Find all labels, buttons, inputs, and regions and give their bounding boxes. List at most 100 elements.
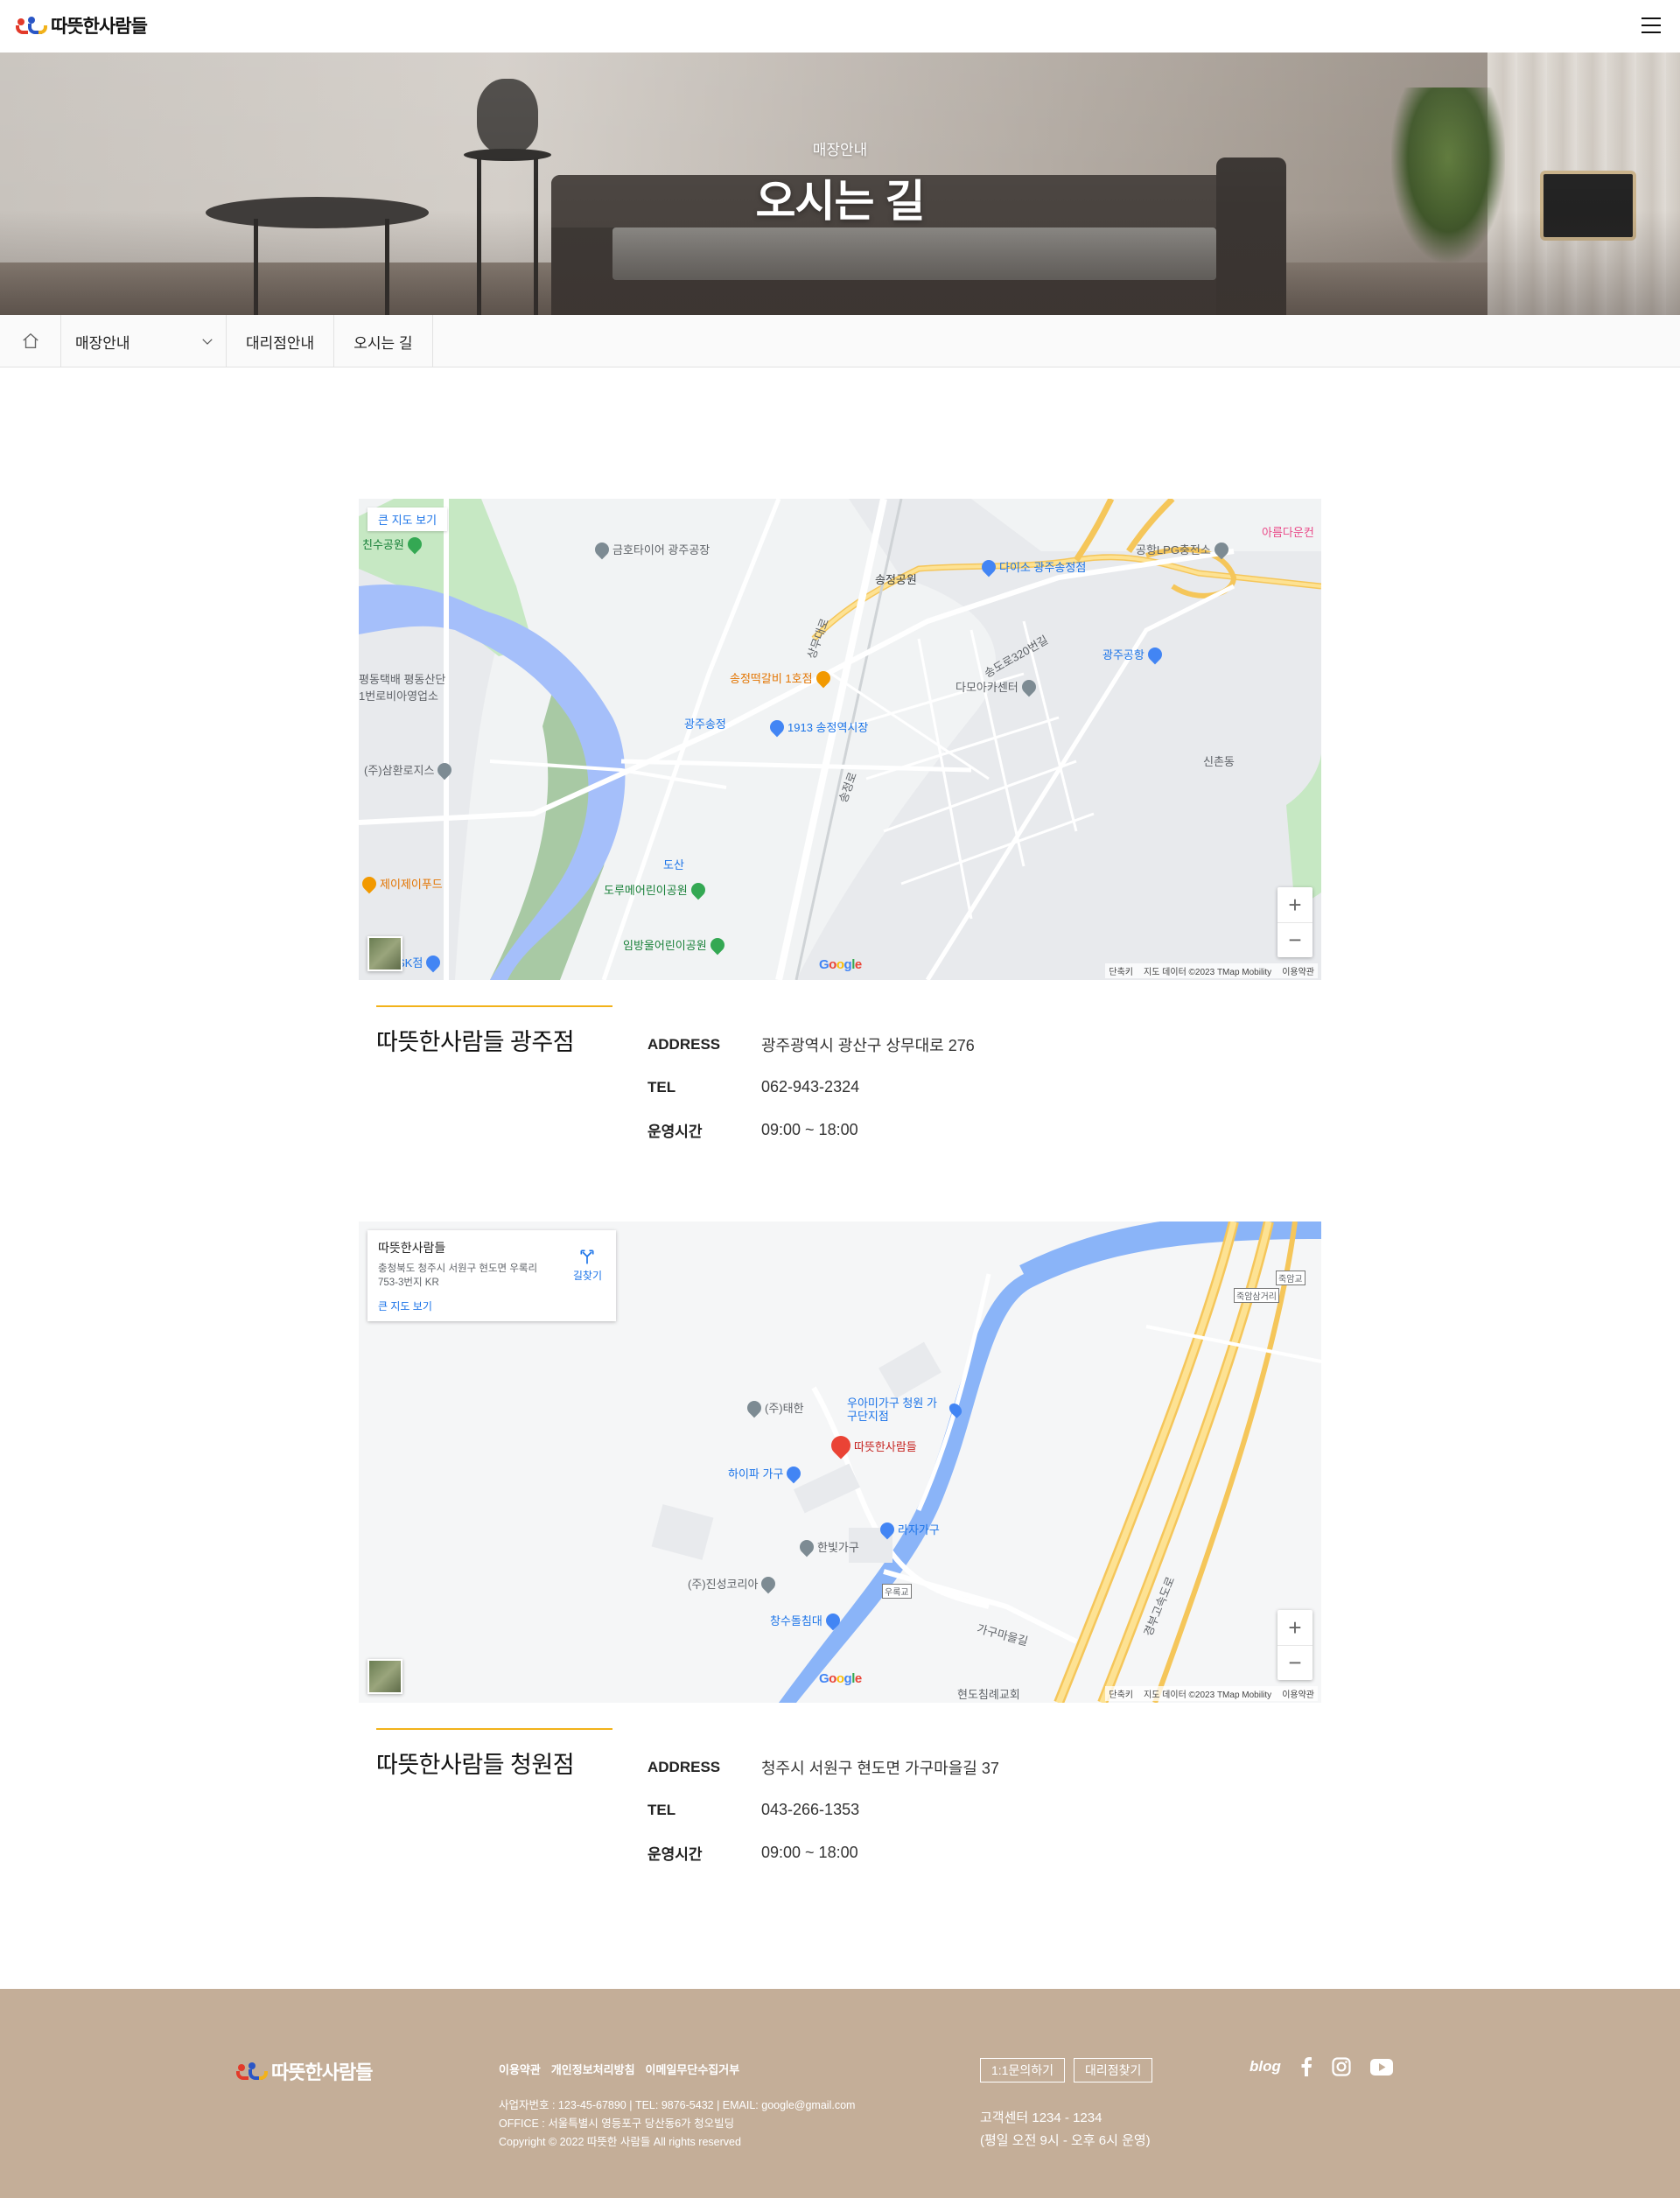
map-landmark-label: 우록교 — [882, 1584, 912, 1599]
logo-mark-icon — [16, 15, 47, 36]
map-landmark-label: 죽암교 — [1276, 1270, 1306, 1285]
map-poi[interactable]: (주)삼환로지스 — [364, 760, 455, 780]
map-data-credit: 지도 데이터 ©2023 TMap Mobility — [1144, 968, 1272, 977]
map-shortcuts-link[interactable]: 단축키 — [1109, 1687, 1133, 1700]
brand-logo[interactable]: 따뜻한사람들 — [16, 12, 148, 38]
place-address: 충청북도 청주시 서원구 현도면 우록리 753-3번지 KR — [378, 1264, 538, 1288]
store-name: 따뜻한사람들 청원점 — [376, 1752, 575, 1778]
footer-info-line: 사업자번호 : 123-45-67890 | TEL: 9876-5432 | … — [499, 2099, 856, 2111]
inquiry-button[interactable]: 1:1문의하기 — [980, 2058, 1065, 2082]
map-terms-link[interactable]: 이용약관 — [1282, 964, 1314, 977]
map-poi[interactable]: 광주송정 — [684, 715, 726, 732]
footer-link-email-policy[interactable]: 이메일무단수집거부 — [646, 2061, 740, 2077]
map-poi[interactable]: 우아미가구 청원 가구단지점 — [847, 1396, 964, 1423]
map-poi[interactable]: 하이파 가구 — [728, 1463, 804, 1483]
customer-center-phone: 고객센터 1234 - 1234 — [980, 2110, 1102, 2125]
store-name-block: 따뜻한사람들 광주점 — [376, 1005, 612, 1057]
map-poi[interactable]: (주)진성코리아 — [688, 1573, 779, 1593]
map-poi[interactable]: 라자가구 — [877, 1519, 940, 1539]
zoom-out-button[interactable]: − — [1278, 1645, 1312, 1680]
map-attribution: 단축키 지도 데이터 ©2023 TMap Mobility 이용약관 — [1105, 1686, 1318, 1701]
map-poi[interactable]: 1913 송정역시장 — [766, 717, 868, 737]
map-poi[interactable]: (주)태한 — [744, 1397, 804, 1418]
map-poi[interactable]: 제이제이푸드 — [359, 873, 443, 893]
info-row: TEL 043-266-1353 — [648, 1788, 999, 1831]
map-poi[interactable]: 한빛가구 — [796, 1536, 859, 1557]
breadcrumb-item-directions[interactable]: 오시는 길 — [334, 315, 433, 368]
breadcrumb-item-dealers[interactable]: 대리점안내 — [227, 315, 335, 368]
directions-label: 길찾기 — [572, 1270, 602, 1282]
directions-button[interactable]: 길찾기 — [573, 1248, 602, 1283]
store-info-rows: ADDRESS 광주광역시 광산구 상무대로 276 TEL 062-943-2… — [648, 1023, 975, 1152]
breadcrumb-section-dropdown[interactable]: 매장안내 — [61, 315, 227, 368]
footer-logo[interactable]: 따뜻한사람들 — [236, 2057, 373, 2085]
info-key: TEL — [648, 1078, 676, 1096]
info-value: 09:00 ~ 18:00 — [761, 1844, 858, 1861]
breadcrumb: 매장안내 대리점안내 오시는 길 — [0, 315, 1680, 368]
site-header: 따뜻한사람들 — [0, 0, 1680, 52]
map-poi[interactable]: 다모아카센터 — [956, 676, 1040, 696]
map-poi[interactable]: 송정떡갈비 1호점 — [730, 668, 833, 688]
map-poi[interactable]: 아름다운컨 — [1262, 523, 1314, 540]
breadcrumb-home[interactable] — [0, 315, 61, 368]
map-poi[interactable]: 도루메어린이공원 — [604, 879, 709, 900]
facebook-icon[interactable] — [1300, 2057, 1312, 2076]
instagram-icon[interactable] — [1332, 2057, 1351, 2076]
info-value: 09:00 ~ 18:00 — [761, 1121, 858, 1138]
info-value: 청주시 서원구 현도면 가구마을길 37 — [761, 1759, 999, 1777]
chevron-down-icon — [202, 339, 213, 345]
info-key: TEL — [648, 1801, 676, 1818]
map-poi[interactable]: 공항LPG충전소 — [1136, 539, 1232, 559]
brand-name: 따뜻한사람들 — [51, 16, 148, 37]
info-row: TEL 062-943-2324 — [648, 1066, 975, 1109]
google-logo: Google — [819, 1671, 862, 1686]
footer-buttons: 1:1문의하기 대리점찾기 — [980, 2058, 1153, 2082]
breadcrumb-section-label: 매장안내 — [75, 334, 130, 352]
map-open-large-link[interactable]: 큰 지도 보기 — [368, 508, 448, 531]
directions-icon — [580, 1250, 594, 1264]
info-value: 062-943-2324 — [761, 1078, 860, 1096]
store-map-cheongwon[interactable]: 따뜻한사람들 충청북도 청주시 서원구 현도면 우록리 753-3번지 KR 큰… — [359, 1222, 1321, 1703]
map-poi[interactable]: 평동택배 평동산단 1번로비아영업소 — [359, 670, 455, 704]
map-poi[interactable]: 친수공원 — [362, 534, 425, 554]
logo-mark-icon — [236, 2061, 268, 2082]
footer-link-privacy[interactable]: 개인정보처리방침 — [551, 2061, 635, 2077]
map-open-large-link[interactable]: 큰 지도 보기 — [378, 1298, 606, 1313]
footer-link-terms[interactable]: 이용약관 — [499, 2061, 541, 2077]
store-name: 따뜻한사람들 광주점 — [376, 1029, 575, 1055]
map-poi[interactable]: 송정공원 — [875, 570, 917, 587]
zoom-out-button[interactable]: − — [1278, 922, 1312, 957]
map-poi[interactable]: SK점 — [397, 952, 444, 972]
find-dealer-button[interactable]: 대리점찾기 — [1073, 2058, 1153, 2082]
map-satellite-toggle[interactable] — [368, 1659, 402, 1694]
info-key: 운영시간 — [648, 1124, 703, 1140]
store-map-gwangju[interactable]: 큰 지도 보기 금호타이어 광주공장 송정공원 다이소 광주송정점 공항LPG충… — [359, 499, 1321, 980]
footer-info-line: OFFICE : 서울특별시 영등포구 당산동6가 청오빌딩 — [499, 2118, 735, 2130]
map-attribution: 단축키 지도 데이터 ©2023 TMap Mobility 이용약관 — [1105, 963, 1318, 978]
site-footer: 따뜻한사람들 이용약관 개인정보처리방침 이메일무단수집거부 사업자번호 : 1… — [0, 1989, 1680, 2198]
hamburger-menu-icon[interactable] — [1642, 18, 1661, 33]
hero-subtitle: 매장안내 — [812, 142, 868, 158]
map-shortcuts-link[interactable]: 단축키 — [1109, 964, 1133, 977]
map-place-label: 현도침례교회 — [957, 1688, 1020, 1701]
map-poi[interactable]: 다이소 광주송정점 — [978, 556, 1086, 577]
map-area-label: 신촌동 — [1203, 755, 1235, 768]
zoom-in-button[interactable]: + — [1278, 1610, 1312, 1645]
map-poi[interactable]: 임방울어린이공원 — [623, 934, 728, 955]
map-poi[interactable]: 도산 — [663, 856, 684, 872]
customer-center-hours: (평일 오전 9시 - 오후 6시 운영) — [980, 2133, 1151, 2148]
blog-link[interactable]: blog — [1250, 2058, 1281, 2076]
place-title: 따뜻한사람들 — [378, 1241, 446, 1255]
map-poi[interactable]: 창수돌침대 — [770, 1610, 844, 1630]
youtube-icon[interactable] — [1369, 2058, 1393, 2076]
zoom-in-button[interactable]: + — [1278, 887, 1312, 922]
info-key: ADDRESS — [648, 1758, 721, 1775]
info-value: 043-266-1353 — [761, 1801, 860, 1818]
map-terms-link[interactable]: 이용약관 — [1282, 1687, 1314, 1700]
map-poi[interactable]: 광주공항 — [1102, 644, 1166, 664]
map-satellite-toggle[interactable] — [368, 936, 402, 971]
map-poi-selected[interactable]: 따뜻한사람들 — [827, 1432, 917, 1460]
home-icon — [22, 332, 38, 349]
info-row: 운영시간 09:00 ~ 18:00 — [648, 1109, 975, 1152]
map-poi[interactable]: 금호타이어 광주공장 — [592, 539, 710, 559]
